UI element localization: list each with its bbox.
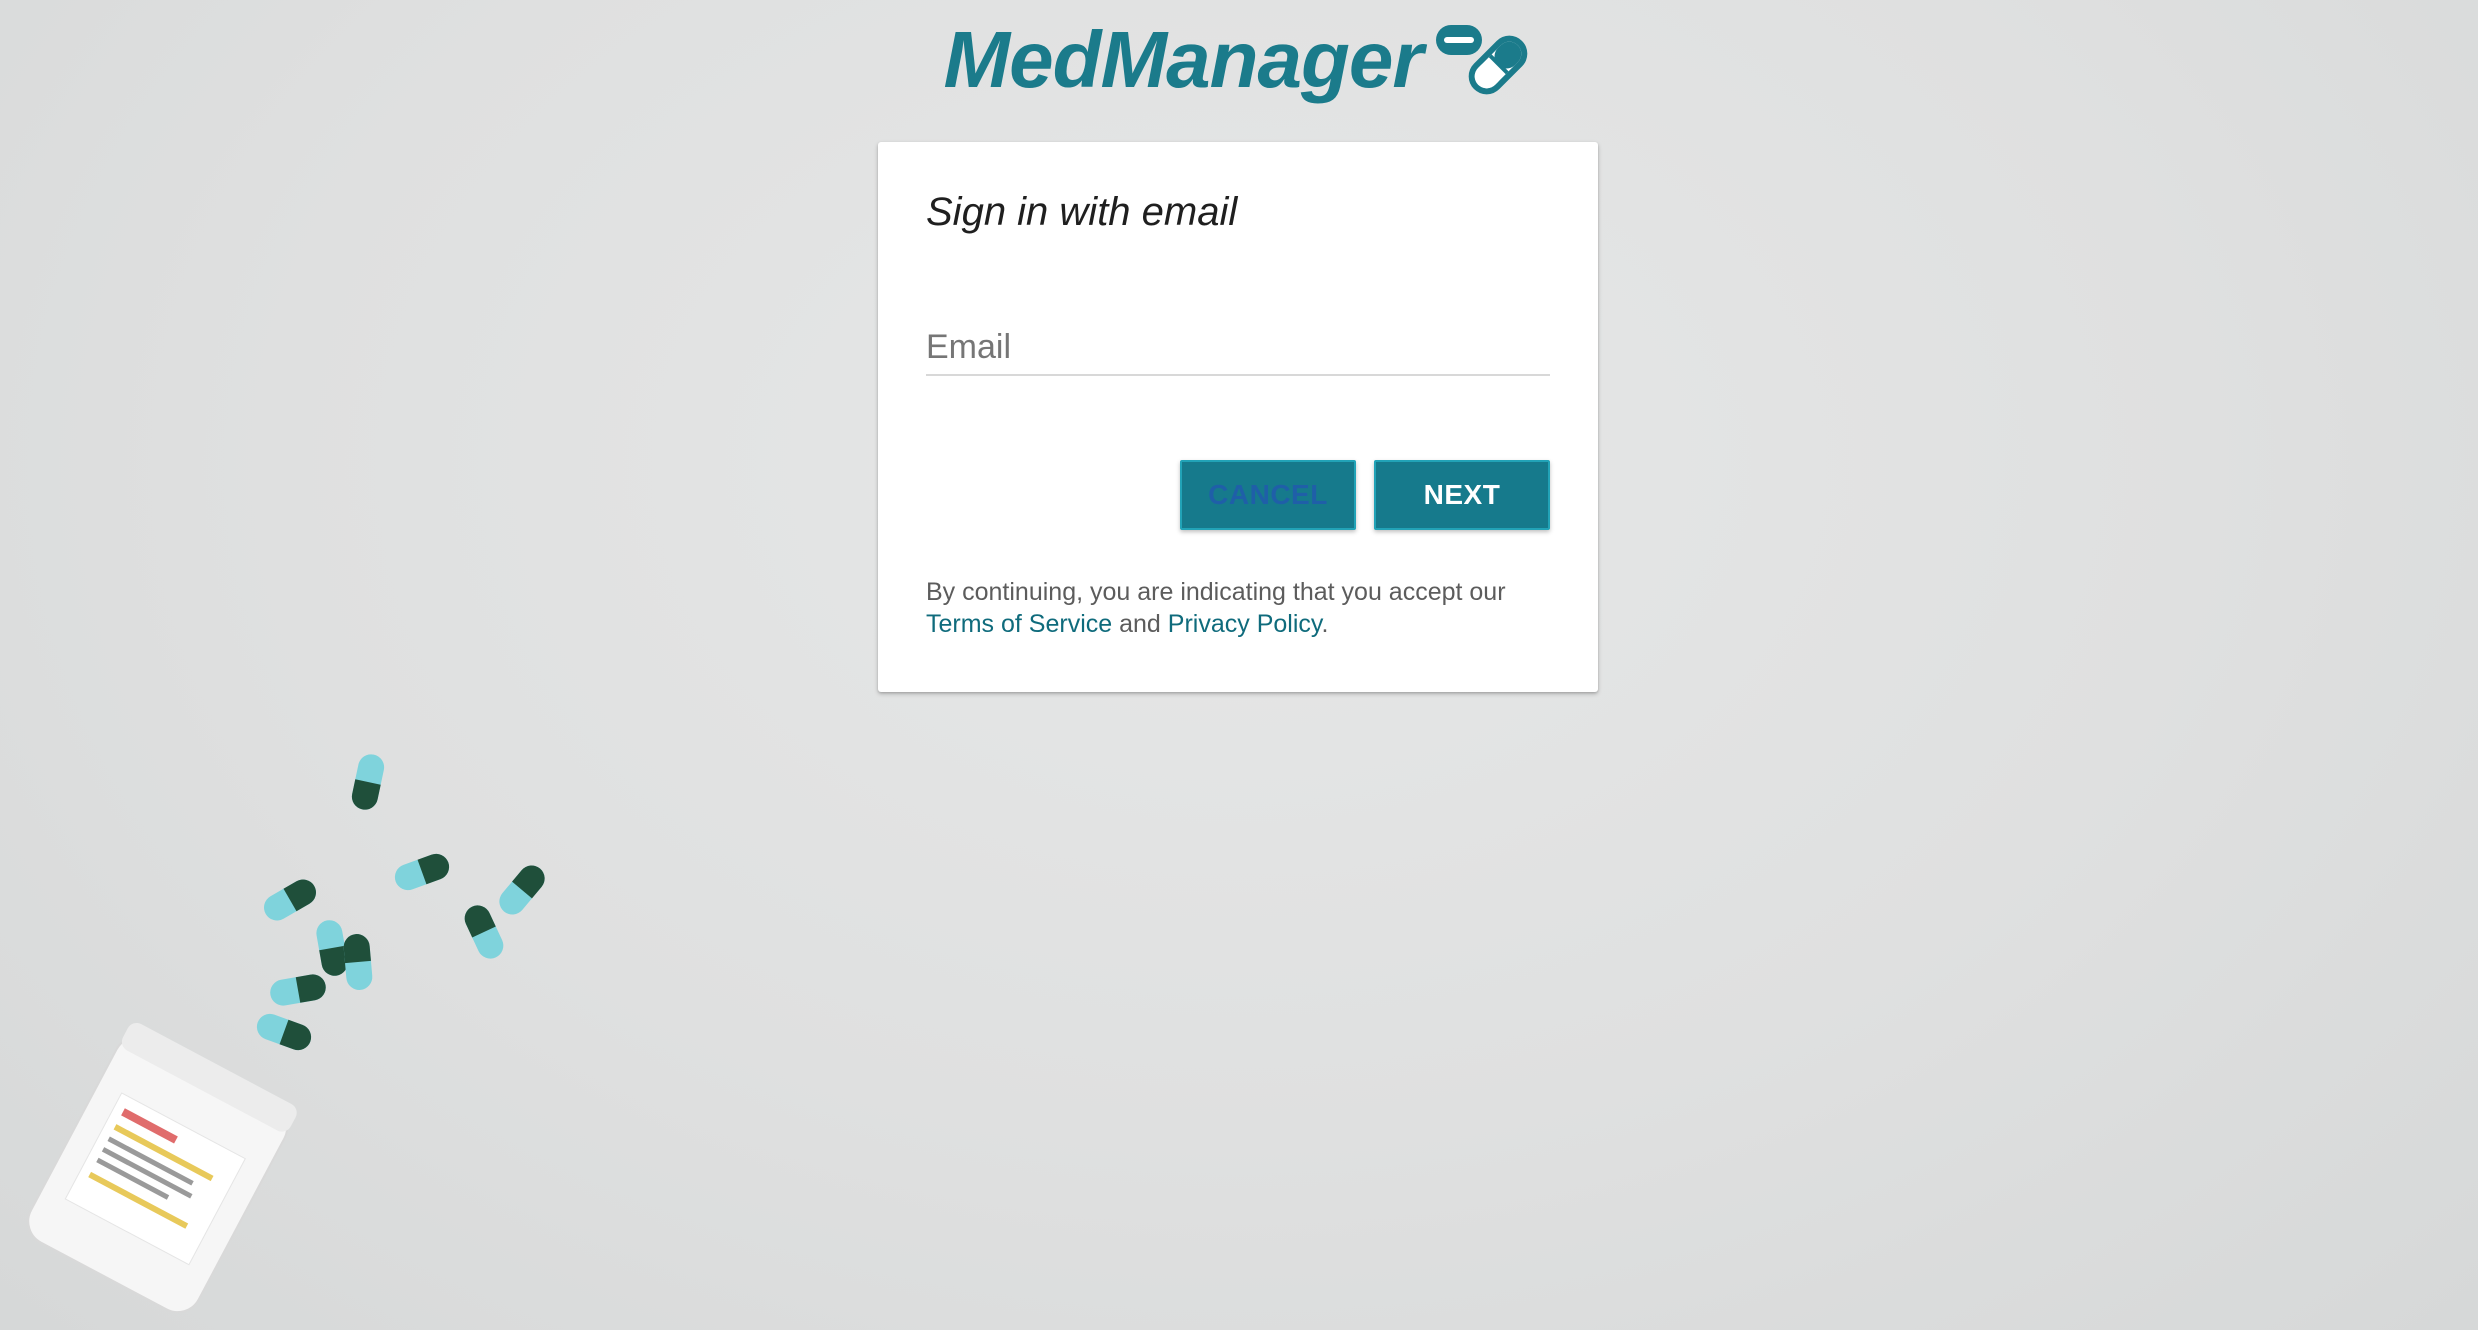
pill-capsule-icon <box>1436 25 1528 95</box>
signin-card: Sign in with email CANCEL NEXT By contin… <box>878 142 1598 692</box>
spilled-pills-illustration <box>27 751 550 1314</box>
next-button[interactable]: NEXT <box>1374 460 1550 530</box>
legal-conjunction: and <box>1119 610 1161 638</box>
logo-text: MedManager <box>943 15 1424 104</box>
cancel-button[interactable]: CANCEL <box>1180 460 1356 530</box>
signin-title: Sign in with email <box>926 190 1238 234</box>
legal-suffix: . <box>1321 610 1329 638</box>
pill-bottle <box>27 1022 297 1314</box>
legal-notice: By continuing, you are indicating that y… <box>926 576 1566 640</box>
legal-prefix: By continuing, you are indicating that y… <box>926 578 1506 606</box>
email-field[interactable] <box>926 320 1550 376</box>
capsule-group <box>253 751 550 1054</box>
terms-of-service-link[interactable]: Terms of Service <box>926 610 1112 638</box>
privacy-policy-link[interactable]: Privacy Policy <box>1168 610 1322 638</box>
app-logo: MedManager <box>0 10 2478 110</box>
